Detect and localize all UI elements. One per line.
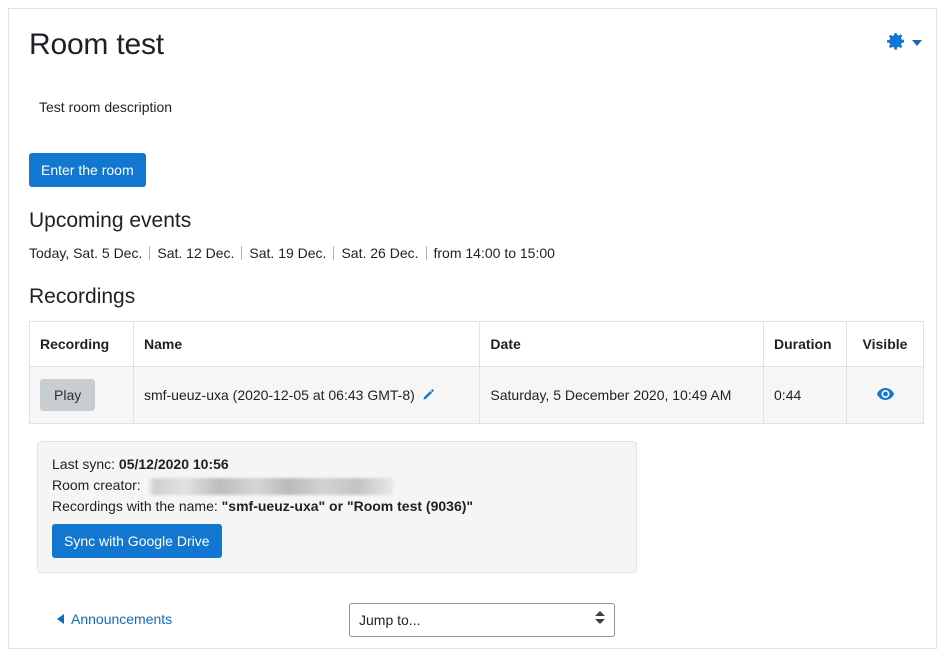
event-separator <box>425 246 427 260</box>
recording-names-label: Recordings with the name: <box>52 498 218 514</box>
room-creator-line: Room creator: <box>52 475 622 496</box>
column-header-visible: Visible <box>846 321 924 367</box>
page-title: Room test <box>29 28 164 61</box>
event-date-3: Sat. 26 Dec. <box>341 245 419 261</box>
chevron-down-icon[interactable] <box>912 39 922 46</box>
gear-icon[interactable] <box>883 29 907 53</box>
previous-activity-label: Announcements <box>71 611 173 627</box>
event-date-1: Sat. 12 Dec. <box>157 245 235 261</box>
activity-page-frame: Room test Test room description Enter th… <box>8 8 937 649</box>
play-button[interactable]: Play <box>40 379 96 411</box>
event-separator <box>241 246 243 260</box>
recording-names-value: "smf-ueuz-uxa" or "Room test (9036)" <box>221 498 474 514</box>
column-header-recording: Recording <box>29 321 134 367</box>
column-header-date: Date <box>479 321 765 367</box>
page-header: Room test <box>9 9 936 75</box>
column-header-name: Name <box>132 321 481 367</box>
room-creator-redacted-value <box>144 477 393 495</box>
recordings-heading: Recordings <box>29 285 136 308</box>
sync-button-container: Sync with Google Drive <box>52 524 622 558</box>
event-time-range: from 14:00 to 15:00 <box>433 245 555 261</box>
event-separator <box>333 246 335 260</box>
recording-names-line: Recordings with the name: "smf-ueuz-uxa"… <box>52 496 622 517</box>
enter-the-room-button[interactable]: Enter the room <box>29 153 146 187</box>
upcoming-events-heading: Upcoming events <box>29 209 192 232</box>
eye-icon[interactable] <box>876 388 894 400</box>
room-description: Test room description <box>39 99 173 115</box>
table-row: Play smf-ueuz-uxa (2020-12-05 at 06:43 G… <box>29 366 924 424</box>
event-date-2: Sat. 19 Dec. <box>249 245 327 261</box>
recording-name: smf-ueuz-uxa (2020-12-05 at 06:43 GMT-8) <box>143 387 415 403</box>
action-menu-toggle[interactable] <box>883 29 922 53</box>
table-body: Play smf-ueuz-uxa (2020-12-05 at 06:43 G… <box>29 366 924 424</box>
cell-duration: 0:44 <box>763 366 847 424</box>
last-sync-line: Last sync: 05/12/2020 10:56 <box>52 454 622 475</box>
cell-date: Saturday, 5 December 2020, 10:49 AM <box>479 366 765 424</box>
cell-name: smf-ueuz-uxa (2020-12-05 at 06:43 GMT-8) <box>132 366 481 424</box>
table-header: Recording Name Date Duration Visible <box>29 321 924 367</box>
column-header-duration: Duration <box>763 321 847 367</box>
bottom-navigation: Announcements Jump to... <box>9 594 936 650</box>
sync-with-google-drive-button[interactable]: Sync with Google Drive <box>52 524 222 558</box>
previous-activity-link[interactable]: Announcements <box>57 609 172 629</box>
jump-to-select[interactable]: Jump to... <box>349 603 615 637</box>
recordings-table: Recording Name Date Duration Visible Pla… <box>29 321 924 424</box>
table-header-row: Recording Name Date Duration Visible <box>29 321 924 367</box>
cell-recording: Play <box>29 366 134 424</box>
last-sync-label: Last sync: <box>52 456 116 472</box>
last-sync-value: 05/12/2020 10:56 <box>118 456 229 472</box>
triangle-left-icon <box>57 614 64 624</box>
room-creator-label: Room creator: <box>52 477 141 493</box>
event-date-0: Today, Sat. 5 Dec. <box>29 245 143 261</box>
sync-info-box: Last sync: 05/12/2020 10:56 Room creator… <box>37 441 637 573</box>
event-separator <box>149 246 151 260</box>
enter-room-container: Enter the room <box>29 153 146 187</box>
pencil-icon[interactable] <box>421 388 435 402</box>
cell-visible <box>846 366 924 424</box>
upcoming-events-list: Today, Sat. 5 Dec. Sat. 12 Dec. Sat. 19 … <box>29 243 555 263</box>
